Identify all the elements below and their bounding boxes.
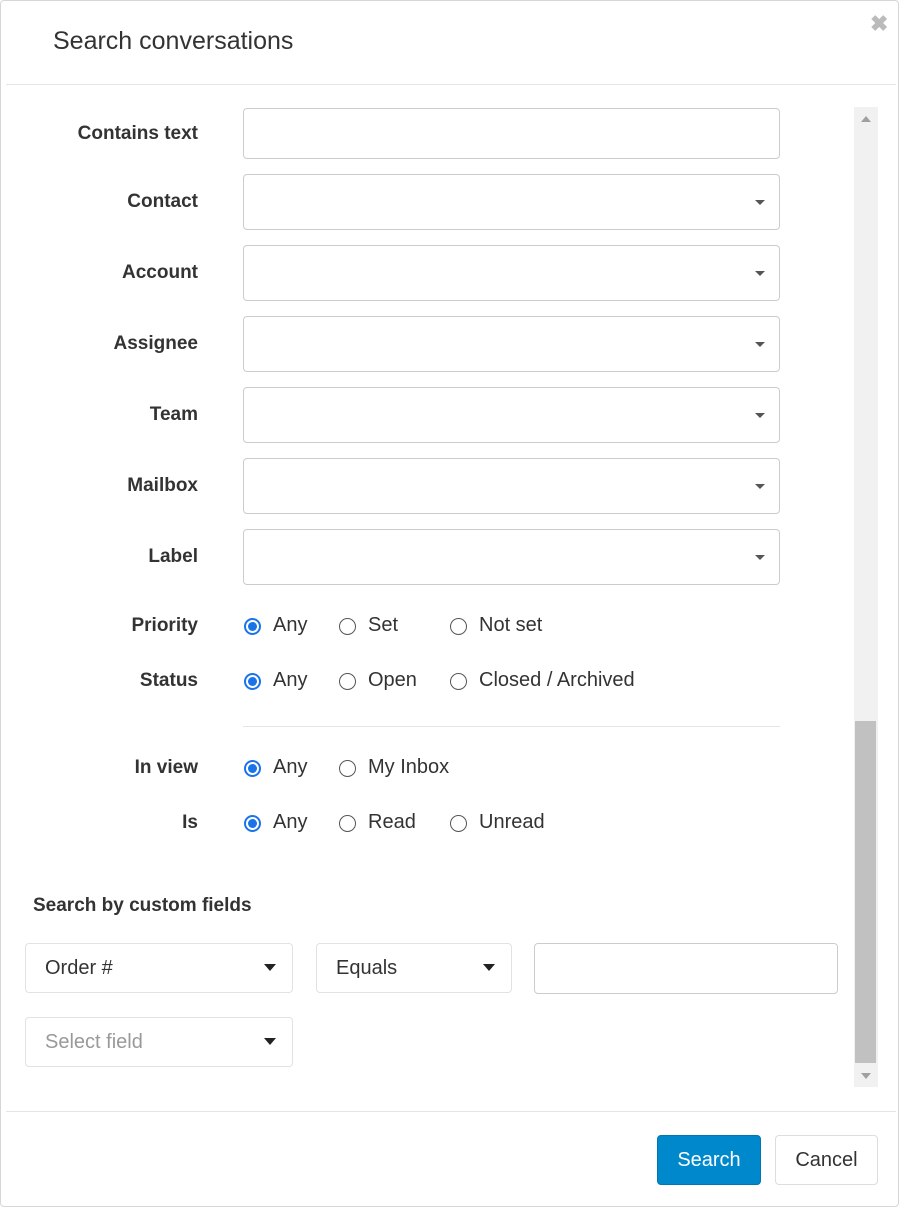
contact-select[interactable] <box>243 174 780 230</box>
scrollbar[interactable] <box>854 107 878 1087</box>
operator-select[interactable]: Equals <box>316 943 512 993</box>
caret-down-icon <box>755 342 765 347</box>
footer-divider <box>6 1111 896 1112</box>
label-label: Label <box>148 546 198 567</box>
priority-radio-any[interactable] <box>244 618 261 635</box>
caret-down-icon <box>755 271 765 276</box>
custom-field-select[interactable]: Order # <box>25 943 293 993</box>
contains-text-label: Contains text <box>77 122 198 144</box>
mailbox-label: Mailbox <box>127 475 198 496</box>
is-option-label[interactable]: Unread <box>479 811 545 834</box>
caret-down-icon <box>755 555 765 560</box>
priority-option-label[interactable]: Any <box>273 614 307 637</box>
status-label: Status <box>139 670 198 691</box>
section-divider <box>243 726 780 727</box>
operator-value: Equals <box>336 957 398 979</box>
caret-down-icon <box>755 484 765 489</box>
status-option-label[interactable]: Closed / Archived <box>479 669 635 692</box>
search-dialog: Search conversations ✖ Contains text Cont… <box>0 0 899 1207</box>
search-button[interactable]: Search <box>657 1135 761 1185</box>
header-divider <box>6 84 896 85</box>
is-radio-unread[interactable] <box>450 815 467 832</box>
caret-down-icon <box>755 200 765 205</box>
assignee-label: Assignee <box>113 333 198 354</box>
label-select[interactable] <box>243 529 780 585</box>
add-field-select[interactable]: Select field <box>25 1017 293 1067</box>
scrollbar-thumb[interactable] <box>855 721 876 1063</box>
status-option-label[interactable]: Any <box>273 669 307 692</box>
is-option-label[interactable]: Read <box>368 811 416 834</box>
close-icon[interactable]: ✖ <box>870 11 888 37</box>
status-radio-any[interactable] <box>244 673 261 690</box>
scroll-down-icon[interactable] <box>861 1073 871 1079</box>
add-field-placeholder: Select field <box>45 1031 143 1053</box>
team-select[interactable] <box>243 387 780 443</box>
caret-down-icon <box>483 964 495 971</box>
status-radio-closed-archived[interactable] <box>450 673 467 690</box>
assignee-select[interactable] <box>243 316 780 372</box>
mailbox-select[interactable] <box>243 458 780 514</box>
caret-down-icon <box>264 964 276 971</box>
caret-down-icon <box>264 1038 276 1045</box>
in-view-label: In view <box>134 757 198 778</box>
custom-field-value: Order # <box>45 957 113 979</box>
priority-label: Priority <box>131 615 198 636</box>
priority-radio-not-set[interactable] <box>450 618 467 635</box>
status-option-label[interactable]: Open <box>368 669 417 692</box>
custom-value-input[interactable] <box>534 943 838 994</box>
caret-down-icon <box>755 413 765 418</box>
cancel-button[interactable]: Cancel <box>775 1135 878 1185</box>
contact-label: Contact <box>127 191 198 212</box>
is-radio-any[interactable] <box>244 815 261 832</box>
is-option-label[interactable]: Any <box>273 811 307 834</box>
priority-option-label[interactable]: Set <box>368 614 398 637</box>
contains-text-input[interactable] <box>243 108 780 159</box>
is-label: Is <box>182 812 198 833</box>
priority-option-label[interactable]: Not set <box>479 614 542 637</box>
team-label: Team <box>149 404 198 425</box>
dialog-title: Search conversations <box>53 27 294 55</box>
priority-radio-set[interactable] <box>339 618 356 635</box>
account-select[interactable] <box>243 245 780 301</box>
status-radio-open[interactable] <box>339 673 356 690</box>
custom-fields-heading: Search by custom fields <box>33 895 252 916</box>
account-label: Account <box>122 262 198 283</box>
in-view-radio-my-inbox[interactable] <box>339 760 356 777</box>
in-view-option-label[interactable]: Any <box>273 756 307 779</box>
scroll-up-icon[interactable] <box>861 116 871 122</box>
in-view-radio-any[interactable] <box>244 760 261 777</box>
is-radio-read[interactable] <box>339 815 356 832</box>
in-view-option-label[interactable]: My Inbox <box>368 756 449 779</box>
